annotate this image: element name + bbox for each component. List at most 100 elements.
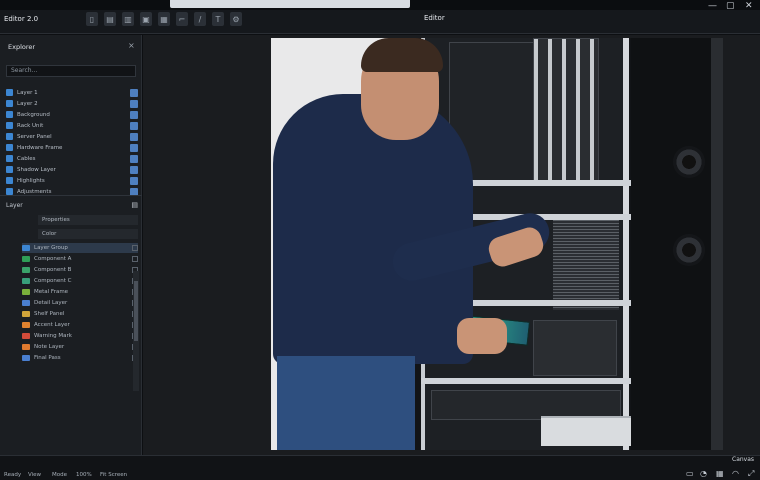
- layer-checkbox[interactable]: [130, 121, 138, 130]
- tree-checkbox[interactable]: [132, 256, 138, 262]
- color-swatch-icon: [22, 344, 30, 350]
- crop-icon[interactable]: ⌐: [176, 12, 188, 26]
- visibility-icon[interactable]: [6, 100, 13, 107]
- layer-label: Hardware Frame: [17, 144, 63, 151]
- status-item[interactable]: View: [28, 472, 41, 478]
- tree-row[interactable]: Shelf Panel: [22, 309, 138, 319]
- properties-menu-icon[interactable]: ▤: [131, 201, 138, 209]
- tree-label: Shelf Panel: [34, 311, 65, 317]
- color-swatch-icon: [22, 289, 30, 295]
- layer-row[interactable]: Layer 1: [6, 87, 138, 98]
- tree-row[interactable]: Metal Frame: [22, 287, 138, 297]
- text-icon[interactable]: T: [212, 12, 224, 26]
- canvas-area[interactable]: [143, 35, 760, 455]
- save-icon[interactable]: ▥: [122, 12, 134, 26]
- layer-label: Background: [17, 111, 50, 118]
- close-icon[interactable]: ✕: [745, 1, 753, 11]
- layer-checkbox[interactable]: [130, 165, 138, 174]
- color-swatch-icon: [22, 278, 30, 284]
- grid-icon[interactable]: ▦: [716, 469, 724, 478]
- layer-row[interactable]: Highlights: [6, 175, 138, 186]
- visibility-icon[interactable]: [6, 166, 13, 173]
- status-item[interactable]: Ready: [4, 472, 21, 478]
- tree-row[interactable]: Warning Mark: [22, 331, 138, 341]
- layer-label: Server Panel: [17, 133, 52, 140]
- fan: [673, 234, 705, 266]
- layer-row[interactable]: Layer 2: [6, 98, 138, 109]
- tree-row[interactable]: Component C: [22, 276, 138, 286]
- visibility-icon[interactable]: [6, 188, 13, 195]
- visibility-icon[interactable]: [6, 133, 13, 140]
- minimize-icon[interactable]: —: [708, 1, 717, 11]
- tree-row[interactable]: Layer Group: [22, 243, 138, 253]
- panel-close-icon[interactable]: ×: [128, 41, 135, 50]
- tree-checkbox[interactable]: [132, 245, 138, 251]
- layer-row[interactable]: Shadow Layer: [6, 164, 138, 175]
- visibility-icon[interactable]: [6, 111, 13, 118]
- scrollbar-thumb[interactable]: [134, 281, 138, 341]
- layer-checkbox[interactable]: [130, 143, 138, 152]
- properties-field[interactable]: Properties: [38, 215, 138, 225]
- title-strip: [0, 0, 760, 10]
- panel-header: Explorer: [8, 43, 36, 51]
- color-swatch-icon: [22, 256, 30, 262]
- layer-checkbox[interactable]: [130, 132, 138, 141]
- expand-icon[interactable]: ⤢: [748, 469, 754, 479]
- visibility-icon[interactable]: [6, 144, 13, 151]
- layer-row[interactable]: Cables: [6, 153, 138, 164]
- status-item[interactable]: Fit Screen: [100, 472, 127, 478]
- tree-row[interactable]: Component A: [22, 254, 138, 264]
- person-hand: [457, 318, 507, 354]
- layer-label: Layer 2: [17, 100, 38, 107]
- layer-checkbox[interactable]: [130, 176, 138, 185]
- tree-row[interactable]: Final Pass: [22, 353, 138, 363]
- open-folder-icon[interactable]: ▤: [104, 12, 116, 26]
- tree-label: Warning Mark: [34, 333, 72, 339]
- tree-label: Accent Layer: [34, 322, 70, 328]
- layer-checkbox[interactable]: [130, 99, 138, 108]
- status-item[interactable]: 100%: [76, 472, 92, 478]
- visibility-icon[interactable]: [6, 177, 13, 184]
- color-swatch-icon: [22, 333, 30, 339]
- settings-icon[interactable]: ⚙: [230, 12, 242, 26]
- layer-checkbox[interactable]: [130, 154, 138, 163]
- tree-label: Metal Frame: [34, 289, 69, 295]
- color-field[interactable]: Color: [38, 229, 138, 239]
- layer-row[interactable]: Hardware Frame: [6, 142, 138, 153]
- person-hair: [361, 38, 443, 72]
- bell-icon[interactable]: ◔: [700, 469, 707, 478]
- layer-row[interactable]: Background: [6, 109, 138, 120]
- tree-row[interactable]: Component B: [22, 265, 138, 275]
- wifi-icon[interactable]: ◠: [732, 469, 739, 478]
- layer-label: Highlights: [17, 177, 45, 184]
- visibility-icon[interactable]: [6, 155, 13, 162]
- monitor-icon[interactable]: ▭: [686, 469, 694, 478]
- tab-bar[interactable]: [170, 0, 410, 8]
- tree-row[interactable]: Note Layer: [22, 342, 138, 352]
- color-swatch-icon: [22, 355, 30, 361]
- layer-row[interactable]: Server Panel: [6, 131, 138, 142]
- layers-icon[interactable]: ▦: [158, 12, 170, 26]
- top-toolbar: Editor 2.0 ▯ ▤ ▥ ▣ ▦ ⌐ / T ⚙ Editor — ▢ ✕: [0, 0, 760, 34]
- tree-label: Component C: [34, 278, 72, 284]
- panel-scrollbar[interactable]: [133, 271, 139, 391]
- visibility-icon[interactable]: [6, 89, 13, 96]
- image-icon[interactable]: ▣: [140, 12, 152, 26]
- search-input[interactable]: Search...: [6, 65, 136, 77]
- tree-label: Final Pass: [34, 355, 61, 361]
- layer-checkbox[interactable]: [130, 88, 138, 97]
- server-module: [533, 320, 617, 376]
- color-swatch-icon: [22, 267, 30, 273]
- status-item[interactable]: Mode: [52, 472, 67, 478]
- layer-checkbox[interactable]: [130, 110, 138, 119]
- maximize-icon[interactable]: ▢: [726, 1, 735, 11]
- left-panel: Explorer × Search... Layer 1 Layer 2 Backg…: [0, 35, 142, 455]
- tree-row[interactable]: Detail Layer: [22, 298, 138, 308]
- new-file-icon[interactable]: ▯: [86, 12, 98, 26]
- brush-icon[interactable]: /: [194, 12, 206, 26]
- fan: [673, 146, 705, 178]
- properties-title: Layer: [6, 201, 23, 209]
- layer-row[interactable]: Rack Unit: [6, 120, 138, 131]
- tree-row[interactable]: Accent Layer: [22, 320, 138, 330]
- visibility-icon[interactable]: [6, 122, 13, 129]
